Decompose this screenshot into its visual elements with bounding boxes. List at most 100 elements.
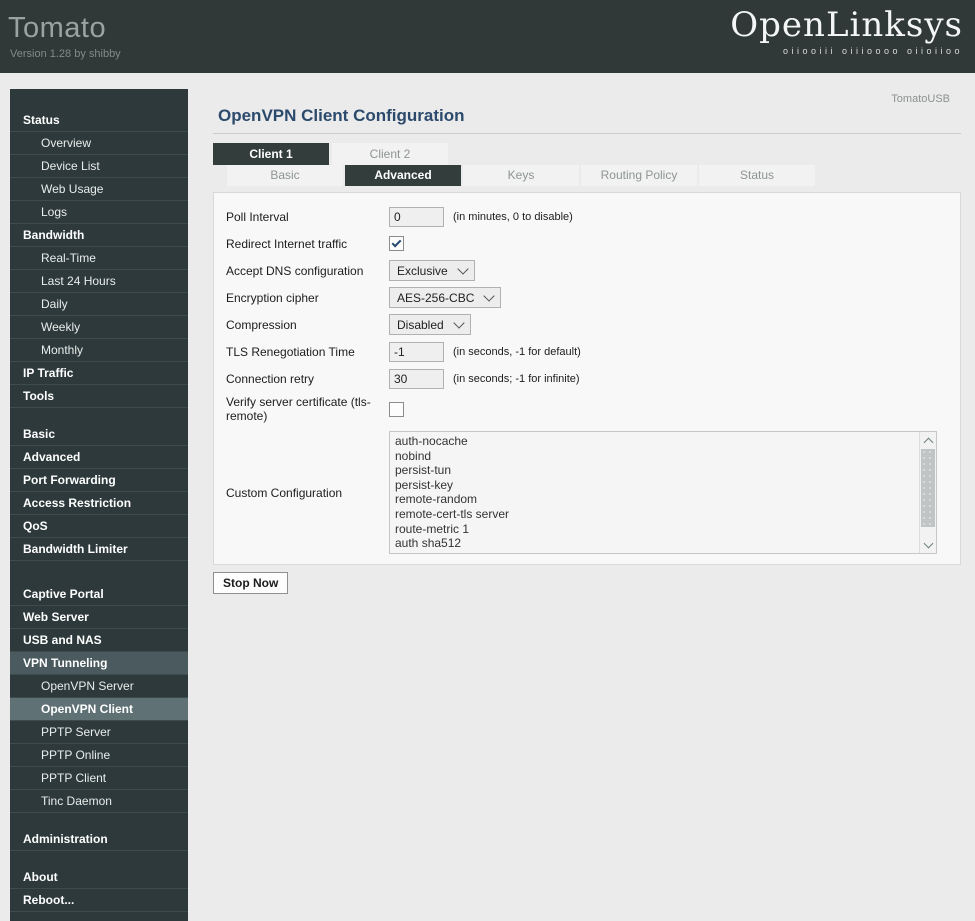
redirect-traffic-label: Redirect Internet traffic	[226, 236, 348, 251]
sidebar-item-captive-portal[interactable]: Captive Portal	[10, 583, 188, 606]
sidebar-item-advanced[interactable]: Advanced	[10, 446, 188, 469]
client-tab-bar: Client 1 Client 2	[213, 143, 448, 165]
connection-retry-input[interactable]	[389, 368, 444, 389]
redirect-traffic-checkbox[interactable]	[389, 236, 404, 251]
sidebar-item-qos[interactable]: QoS	[10, 515, 188, 538]
scroll-down-button[interactable]	[920, 537, 936, 553]
sidebar-item-pptp-server[interactable]: PPTP Server	[10, 721, 188, 744]
tab-keys[interactable]: Keys	[463, 165, 579, 186]
sidebar-item-pptp-client[interactable]: PPTP Client	[10, 767, 188, 790]
accept-dns-select[interactable]: Exclusive	[389, 260, 475, 281]
sidebar-item-pptp-online[interactable]: PPTP Online	[10, 744, 188, 767]
sidebar-item-access-restriction[interactable]: Access Restriction	[10, 492, 188, 515]
tls-renegotiation-row: TLS Renegotiation Time (in seconds, -1 f…	[226, 341, 948, 362]
sidebar-item-device-list[interactable]: Device List	[10, 155, 188, 178]
sidebar-item-weekly[interactable]: Weekly	[10, 316, 188, 339]
sidebar-item-web-server[interactable]: Web Server	[10, 606, 188, 629]
logo-binary-text: oiiooiii oiiioooo oiioiioo	[782, 46, 963, 56]
sidebar-item-bandwidth-limiter[interactable]: Bandwidth Limiter	[10, 538, 188, 561]
poll-interval-input[interactable]	[389, 206, 444, 227]
sidebar-item-bandwidth[interactable]: Bandwidth	[10, 224, 188, 247]
encryption-cipher-row: Encryption cipher AES-256-CBC	[226, 287, 948, 308]
verify-cert-row: Verify server certificate (tls-remote)	[226, 395, 948, 423]
sidebar-item-tools[interactable]: Tools	[10, 385, 188, 408]
sidebar-item-usb-and-nas[interactable]: USB and NAS	[10, 629, 188, 652]
sidebar-item-tinc-daemon[interactable]: Tinc Daemon	[10, 790, 188, 813]
section-tab-bar: Basic Advanced Keys Routing Policy Statu…	[227, 165, 815, 186]
advanced-settings-panel: Poll Interval (in minutes, 0 to disable)…	[213, 192, 961, 565]
poll-interval-row: Poll Interval (in minutes, 0 to disable)	[226, 206, 948, 227]
sidebar-item-last-24-hours[interactable]: Last 24 Hours	[10, 270, 188, 293]
tomatousb-badge: TomatoUSB	[891, 93, 950, 105]
sidebar-item-real-time[interactable]: Real-Time	[10, 247, 188, 270]
tab-advanced[interactable]: Advanced	[345, 165, 461, 186]
stop-now-button[interactable]: Stop Now	[213, 572, 289, 594]
sidebar-item-administration[interactable]: Administration	[10, 828, 188, 851]
sidebar-item-monthly[interactable]: Monthly	[10, 339, 188, 362]
custom-config-box: auth-nocache nobind persist-tun persist-…	[389, 431, 937, 554]
tab-basic[interactable]: Basic	[227, 165, 343, 186]
sidebar-item-vpn-tunneling[interactable]: VPN Tunneling	[10, 652, 188, 675]
sidebar-item-status[interactable]: Status	[10, 109, 188, 132]
accept-dns-label: Accept DNS configuration	[226, 263, 364, 278]
connection-retry-row: Connection retry (in seconds; -1 for inf…	[226, 368, 948, 389]
poll-interval-label: Poll Interval	[226, 209, 289, 224]
tab-routing-policy[interactable]: Routing Policy	[581, 165, 697, 186]
tab-status[interactable]: Status	[699, 165, 815, 186]
tab-client-1[interactable]: Client 1	[213, 143, 329, 165]
scroll-up-button[interactable]	[920, 432, 936, 448]
accept-dns-row: Accept DNS configuration Exclusive	[226, 260, 948, 281]
compression-row: Compression Disabled	[226, 314, 948, 335]
tls-renegotiation-note: (in seconds, -1 for default)	[453, 345, 581, 358]
chevron-down-icon	[923, 538, 933, 548]
connection-retry-note: (in seconds; -1 for infinite)	[453, 372, 580, 385]
logo-text: OpenLinksys	[730, 5, 963, 45]
custom-config-textarea[interactable]: auth-nocache nobind persist-tun persist-…	[390, 432, 919, 553]
compression-label: Compression	[226, 317, 297, 332]
scrollbar-thumb[interactable]	[921, 449, 935, 527]
tab-client-2[interactable]: Client 2	[332, 143, 448, 165]
chevron-down-icon	[457, 262, 469, 275]
sidebar-item-overview[interactable]: Overview	[10, 132, 188, 155]
compression-select[interactable]: Disabled	[389, 314, 471, 335]
accept-dns-value: Exclusive	[397, 263, 448, 278]
sidebar-item-basic[interactable]: Basic	[10, 423, 188, 446]
sidebar-item-web-usage[interactable]: Web Usage	[10, 178, 188, 201]
openlinksys-logo: OpenLinksys oiiooiii oiiioooo oiioiioo	[730, 5, 963, 56]
tls-renegotiation-label: TLS Renegotiation Time	[226, 344, 355, 359]
chevron-down-icon	[483, 289, 496, 302]
sidebar-item-about[interactable]: About	[10, 866, 188, 889]
textarea-scrollbar[interactable]	[919, 432, 936, 553]
sidebar-item-openvpn-server[interactable]: OpenVPN Server	[10, 675, 188, 698]
sidebar-item-port-forwarding[interactable]: Port Forwarding	[10, 469, 188, 492]
connection-retry-label: Connection retry	[226, 371, 315, 386]
sidebar-item-ip-traffic[interactable]: IP Traffic	[10, 362, 188, 385]
verify-cert-checkbox[interactable]	[389, 401, 404, 417]
title-divider	[213, 133, 961, 134]
firmware-version: Version 1.28 by shibby	[10, 48, 121, 60]
redirect-traffic-row: Redirect Internet traffic	[226, 233, 948, 254]
compression-value: Disabled	[397, 317, 444, 332]
sidebar-item-reboot[interactable]: Reboot...	[10, 889, 188, 912]
page-title: OpenVPN Client Configuration	[218, 106, 465, 125]
poll-interval-note: (in minutes, 0 to disable)	[453, 210, 573, 223]
app-header: Tomato Version 1.28 by shibby OpenLinksy…	[0, 0, 975, 73]
tls-renegotiation-input[interactable]	[389, 341, 444, 362]
custom-config-row: Custom Configuration auth-nocache nobind…	[226, 431, 948, 554]
encryption-cipher-value: AES-256-CBC	[397, 290, 475, 305]
verify-cert-label: Verify server certificate (tls-remote)	[226, 395, 371, 423]
chevron-up-icon	[923, 437, 933, 447]
encryption-cipher-select[interactable]: AES-256-CBC	[389, 287, 502, 308]
chevron-down-icon	[453, 316, 465, 329]
sidebar-item-logs[interactable]: Logs	[10, 201, 188, 224]
sidebar-nav: Status Overview Device List Web Usage Lo…	[10, 89, 188, 921]
sidebar-item-daily[interactable]: Daily	[10, 293, 188, 316]
custom-config-label: Custom Configuration	[226, 485, 343, 500]
encryption-cipher-label: Encryption cipher	[226, 290, 319, 305]
sidebar-item-openvpn-client[interactable]: OpenVPN Client	[10, 698, 188, 721]
brand-title: Tomato	[8, 12, 107, 44]
